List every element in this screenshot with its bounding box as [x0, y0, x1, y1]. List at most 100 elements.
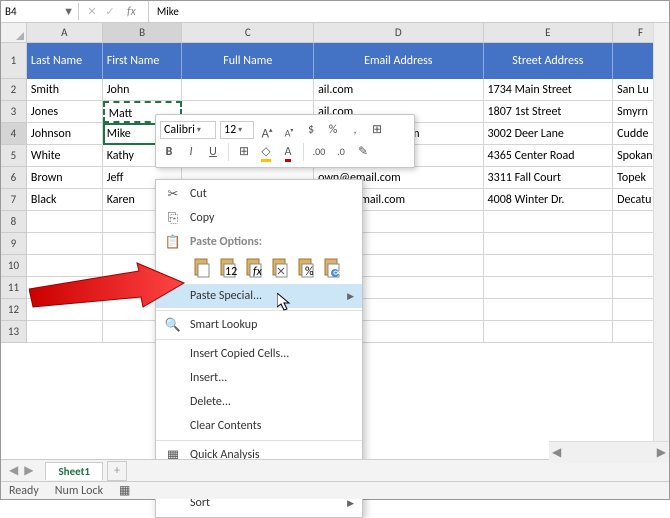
cell[interactable]: ail.com [314, 79, 483, 101]
menu-paste-special[interactable]: Paste Special...▶ [156, 284, 362, 308]
header-cell[interactable]: Email Address [314, 43, 483, 79]
cell[interactable] [27, 255, 103, 277]
comma-icon[interactable]: , [346, 121, 364, 139]
row-header[interactable]: 4 [1, 123, 27, 145]
formula-bar[interactable]: Mike [149, 3, 669, 20]
fill-color-icon[interactable]: ◇ [257, 143, 275, 161]
col-header-d[interactable]: D [314, 23, 483, 43]
status-numlock: Num Lock [55, 484, 103, 498]
cell[interactable] [27, 321, 103, 343]
row-header[interactable]: 10 [1, 255, 27, 277]
row-header[interactable]: 9 [1, 233, 27, 255]
select-all-corner[interactable] [1, 23, 27, 43]
row-header-1[interactable]: 1 [1, 43, 27, 79]
col-header-a[interactable]: A [27, 23, 103, 43]
increase-decimal-icon[interactable]: .0 [332, 143, 350, 161]
currency-icon[interactable]: $ [302, 121, 320, 139]
row-header[interactable]: 12 [1, 299, 27, 321]
italic-icon[interactable]: I [182, 143, 200, 161]
row-header[interactable]: 8 [1, 211, 27, 233]
cell[interactable] [484, 233, 614, 255]
col-header-e[interactable]: E [484, 23, 614, 43]
paste-formatting-icon[interactable]: % [294, 256, 318, 280]
menu-smart-lookup[interactable]: 🔍Smart Lookup [156, 313, 362, 337]
cell[interactable]: Black [27, 189, 103, 211]
header-cell[interactable]: Last Name [27, 43, 103, 79]
bold-icon[interactable]: B [160, 143, 178, 161]
increase-font-icon[interactable]: A▴ [258, 121, 276, 139]
cell[interactable] [27, 277, 103, 299]
decrease-font-icon[interactable]: A▾ [280, 121, 298, 139]
menu-cut[interactable]: ✂Cut [156, 182, 362, 206]
menu-insert-copied[interactable]: Insert Copied Cells... [156, 342, 362, 366]
cell[interactable]: 1734 Main Street [484, 79, 614, 101]
name-box[interactable]: B4▼ [1, 3, 79, 20]
font-color-icon[interactable]: A [279, 143, 297, 161]
cell[interactable] [484, 321, 614, 343]
svg-text:123: 123 [225, 265, 237, 278]
paste-formulas-icon[interactable]: fx [242, 256, 266, 280]
row-header[interactable]: 11 [1, 277, 27, 299]
paste-link-icon[interactable]: ∞ [320, 256, 344, 280]
cell[interactable]: Smith [27, 79, 103, 101]
cell[interactable]: John [103, 79, 183, 101]
cell[interactable]: Johnson [27, 123, 103, 145]
header-cell[interactable]: First Name [103, 43, 183, 79]
horizontal-scrollbar[interactable]: ◀▶ [549, 441, 669, 463]
col-header-c[interactable]: C [182, 23, 314, 43]
font-size-select[interactable]: 12▾ [220, 121, 254, 139]
row-header[interactable]: 5 [1, 145, 27, 167]
row-header[interactable]: 13 [1, 321, 27, 343]
sheet-nav[interactable]: ◀▶ [1, 463, 41, 478]
cell[interactable] [27, 299, 103, 321]
underline-icon[interactable]: U [204, 143, 222, 161]
cell[interactable] [484, 255, 614, 277]
paste-all-icon[interactable] [190, 256, 214, 280]
cell[interactable] [484, 211, 614, 233]
row-header[interactable]: 7 [1, 189, 27, 211]
paste-values-icon[interactable]: 123 [216, 256, 240, 280]
menu-paste-options-heading: 📋Paste Options: [156, 230, 362, 254]
cell[interactable]: 4365 Center Road [484, 145, 614, 167]
vertical-scrollbar[interactable] [653, 23, 669, 459]
cell[interactable] [27, 233, 103, 255]
format-painter-icon[interactable]: ✎ [354, 143, 372, 161]
font-family-select[interactable]: Calibri▾ [160, 121, 216, 139]
cell[interactable]: 3002 Deer Lane [484, 123, 614, 145]
row-header[interactable]: 2 [1, 79, 27, 101]
cell[interactable] [182, 79, 314, 101]
cell[interactable] [484, 277, 614, 299]
sheet-tab[interactable]: Sheet1 [45, 462, 103, 480]
header-cell[interactable]: Full Name [182, 43, 314, 79]
menu-clear-contents[interactable]: Clear Contents [156, 414, 362, 438]
percent-icon[interactable]: % [324, 121, 342, 139]
cell[interactable] [484, 299, 614, 321]
menu-copy[interactable]: ⎘Copy [156, 206, 362, 230]
chevron-down-icon[interactable]: ▼ [63, 5, 74, 18]
cell[interactable]: Brown [27, 167, 103, 189]
search-icon: 🔍 [164, 316, 182, 334]
menu-insert[interactable]: Insert... [156, 366, 362, 390]
macro-record-icon[interactable]: ▦ [119, 483, 130, 498]
col-header-b[interactable]: B [103, 23, 183, 43]
cell[interactable] [27, 211, 103, 233]
svg-text:fx: fx [253, 265, 263, 278]
submenu-arrow-icon: ▶ [347, 498, 354, 509]
borders-icon[interactable]: ⊞ [235, 143, 253, 161]
cell[interactable]: 4008 Winter Dr. [484, 189, 614, 211]
cell[interactable]: 3311 Fall Court [484, 167, 614, 189]
fx-icon[interactable]: fx [121, 5, 142, 19]
menu-delete[interactable]: Delete... [156, 390, 362, 414]
row-header[interactable]: 3 [1, 101, 27, 123]
submenu-arrow-icon: ▶ [347, 291, 354, 302]
clipboard-icon: 📋 [164, 233, 182, 251]
cell[interactable]: White [27, 145, 103, 167]
merge-icon[interactable]: ⊞ [368, 121, 386, 139]
paste-transpose-icon[interactable] [268, 256, 292, 280]
new-sheet-button[interactable]: + [107, 461, 127, 481]
header-cell[interactable]: Street Address [484, 43, 614, 79]
decrease-decimal-icon[interactable]: .00 [310, 143, 328, 161]
cell[interactable]: 1807 1st Street [484, 101, 614, 123]
cell[interactable]: Jones [27, 101, 103, 123]
row-header[interactable]: 6 [1, 167, 27, 189]
